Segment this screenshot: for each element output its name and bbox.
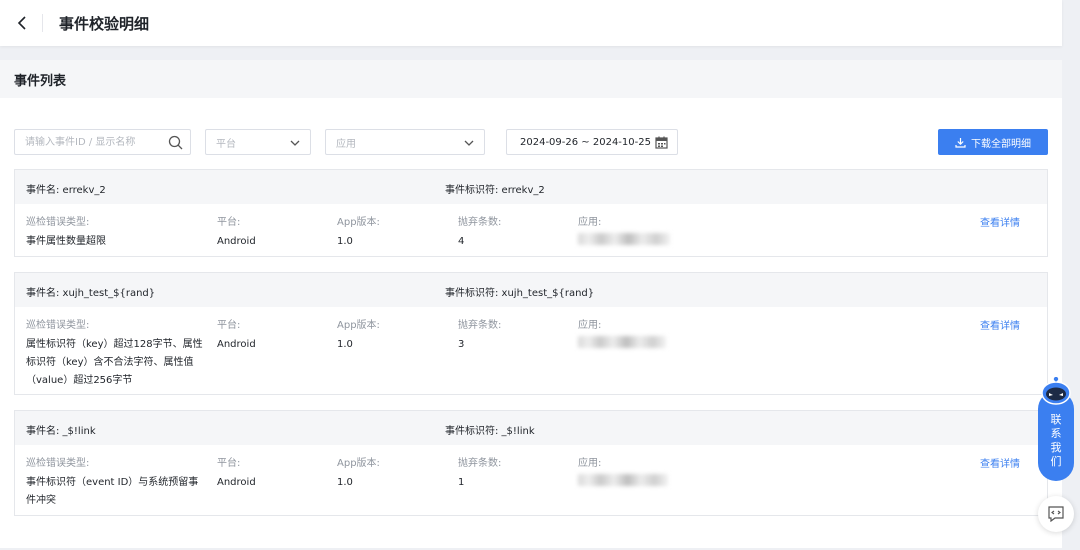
event-name: 事件名: xujh_test_${rand} — [26, 288, 156, 299]
platform-value: Android — [217, 236, 256, 247]
error-type-label: 巡检错误类型: — [26, 217, 90, 228]
event-card-body: 巡检错误类型: 事件标识符（event ID）与系统预留事件冲突 平台: Andro… — [15, 445, 1047, 516]
discard-count-label: 抛弃条数: — [458, 320, 502, 331]
event-card: 事件名: xujh_test_${rand} 事件标识符: xujh_test_… — [14, 272, 1048, 395]
error-type-value: 事件标识符（event ID）与系统预留事件冲突 — [26, 477, 199, 506]
event-card-body: 巡检错误类型: 事件属性数量超限 平台: Android App版本: 1.0 抛弃条… — [15, 204, 1047, 257]
app-version-value: 1.0 — [337, 477, 353, 488]
divider — [42, 14, 43, 32]
search-input[interactable] — [15, 130, 163, 154]
event-card: 事件名: errekv_2 事件标识符: errekv_2 巡检错误类型: 事件属… — [14, 169, 1048, 257]
error-type-label: 巡检错误类型: — [26, 320, 90, 331]
app-value-redacted — [578, 233, 670, 245]
event-identifier: 事件标识符: xujh_test_${rand} — [445, 288, 595, 299]
app-label: 应用: — [578, 320, 602, 331]
app-version-label: App版本: — [337, 217, 380, 228]
chevron-down-icon — [464, 140, 474, 146]
event-card: 事件名: _$!link 事件标识符: _$!link 巡检错误类型: 事件标识符… — [14, 410, 1048, 516]
discard-count-label: 抛弃条数: — [458, 458, 502, 469]
contact-us-label: 联系我们 — [1050, 413, 1062, 468]
download-all-label: 下载全部明细 — [971, 138, 1031, 150]
robot-icon — [1041, 377, 1071, 405]
app-version-value: 1.0 — [337, 339, 353, 350]
page-title: 事件校验明细 — [59, 14, 150, 33]
date-range-value: 2024-09-26 ~ 2024-10-25 — [520, 136, 651, 148]
error-type-value: 事件属性数量超限 — [26, 236, 106, 247]
search-icon[interactable] — [168, 135, 183, 150]
calendar-icon — [655, 136, 668, 149]
app-select[interactable]: 应用 — [325, 129, 485, 155]
error-type-value: 属性标识符（key）超过128字节、属性标识符（key）含不合法字符、属性值（v… — [26, 339, 203, 386]
app-label: 应用: — [578, 217, 602, 228]
app-version-label: App版本: — [337, 458, 380, 469]
view-detail-link[interactable]: 查看详情 — [980, 214, 1020, 229]
download-all-button[interactable]: 下载全部明细 — [938, 129, 1048, 155]
event-identifier: 事件标识符: errekv_2 — [445, 185, 545, 196]
app-value-redacted — [578, 474, 668, 486]
app-value-redacted — [578, 336, 666, 348]
discard-count-value: 3 — [458, 339, 465, 350]
discard-count-label: 抛弃条数: — [458, 217, 502, 228]
platform-label: 平台: — [217, 458, 241, 469]
filter-row: 平台 应用 2024-09-26 ~ 2024-10-25 下载全部明细 — [14, 129, 1048, 155]
date-range-picker[interactable]: 2024-09-26 ~ 2024-10-25 — [506, 129, 678, 155]
event-card-header: 事件名: xujh_test_${rand} 事件标识符: xujh_test_… — [15, 273, 1047, 307]
chevron-left-icon — [17, 16, 26, 30]
platform-value: Android — [217, 339, 256, 350]
section-title: 事件列表 — [0, 60, 1062, 98]
platform-label: 平台: — [217, 320, 241, 331]
event-card-body: 巡检错误类型: 属性标识符（key）超过128字节、属性标识符（key）含不合法字… — [15, 307, 1047, 395]
event-card-header: 事件名: errekv_2 事件标识符: errekv_2 — [15, 170, 1047, 204]
download-icon — [955, 137, 966, 148]
back-button[interactable] — [12, 13, 32, 33]
view-detail-link[interactable]: 查看详情 — [980, 317, 1020, 332]
app-version-value: 1.0 — [337, 236, 353, 247]
view-detail-link[interactable]: 查看详情 — [980, 455, 1020, 470]
app-label: 应用: — [578, 458, 602, 469]
code-message-icon — [1048, 506, 1064, 522]
contact-us-widget[interactable]: 联系我们 — [1036, 367, 1076, 482]
top-bar: 事件校验明细 — [0, 0, 1062, 46]
platform-label: 平台: — [217, 217, 241, 228]
chevron-down-icon — [290, 140, 300, 146]
event-name: 事件名: _$!link — [26, 426, 96, 437]
event-card-header: 事件名: _$!link 事件标识符: _$!link — [15, 411, 1047, 445]
code-feedback-button[interactable] — [1038, 496, 1074, 532]
event-list-section: 事件列表 平台 应用 2024-09-26 ~ 2024-10-25 下载全部明… — [0, 60, 1062, 548]
error-type-label: 巡检错误类型: — [26, 458, 90, 469]
platform-value: Android — [217, 477, 256, 488]
app-select-value: 应用 — [336, 138, 356, 150]
platform-select-value: 平台 — [216, 138, 236, 150]
event-name: 事件名: errekv_2 — [26, 185, 106, 196]
search-box — [14, 129, 191, 155]
platform-select[interactable]: 平台 — [205, 129, 311, 155]
app-version-label: App版本: — [337, 320, 380, 331]
event-identifier: 事件标识符: _$!link — [445, 426, 535, 437]
discard-count-value: 1 — [458, 477, 465, 488]
discard-count-value: 4 — [458, 236, 465, 247]
